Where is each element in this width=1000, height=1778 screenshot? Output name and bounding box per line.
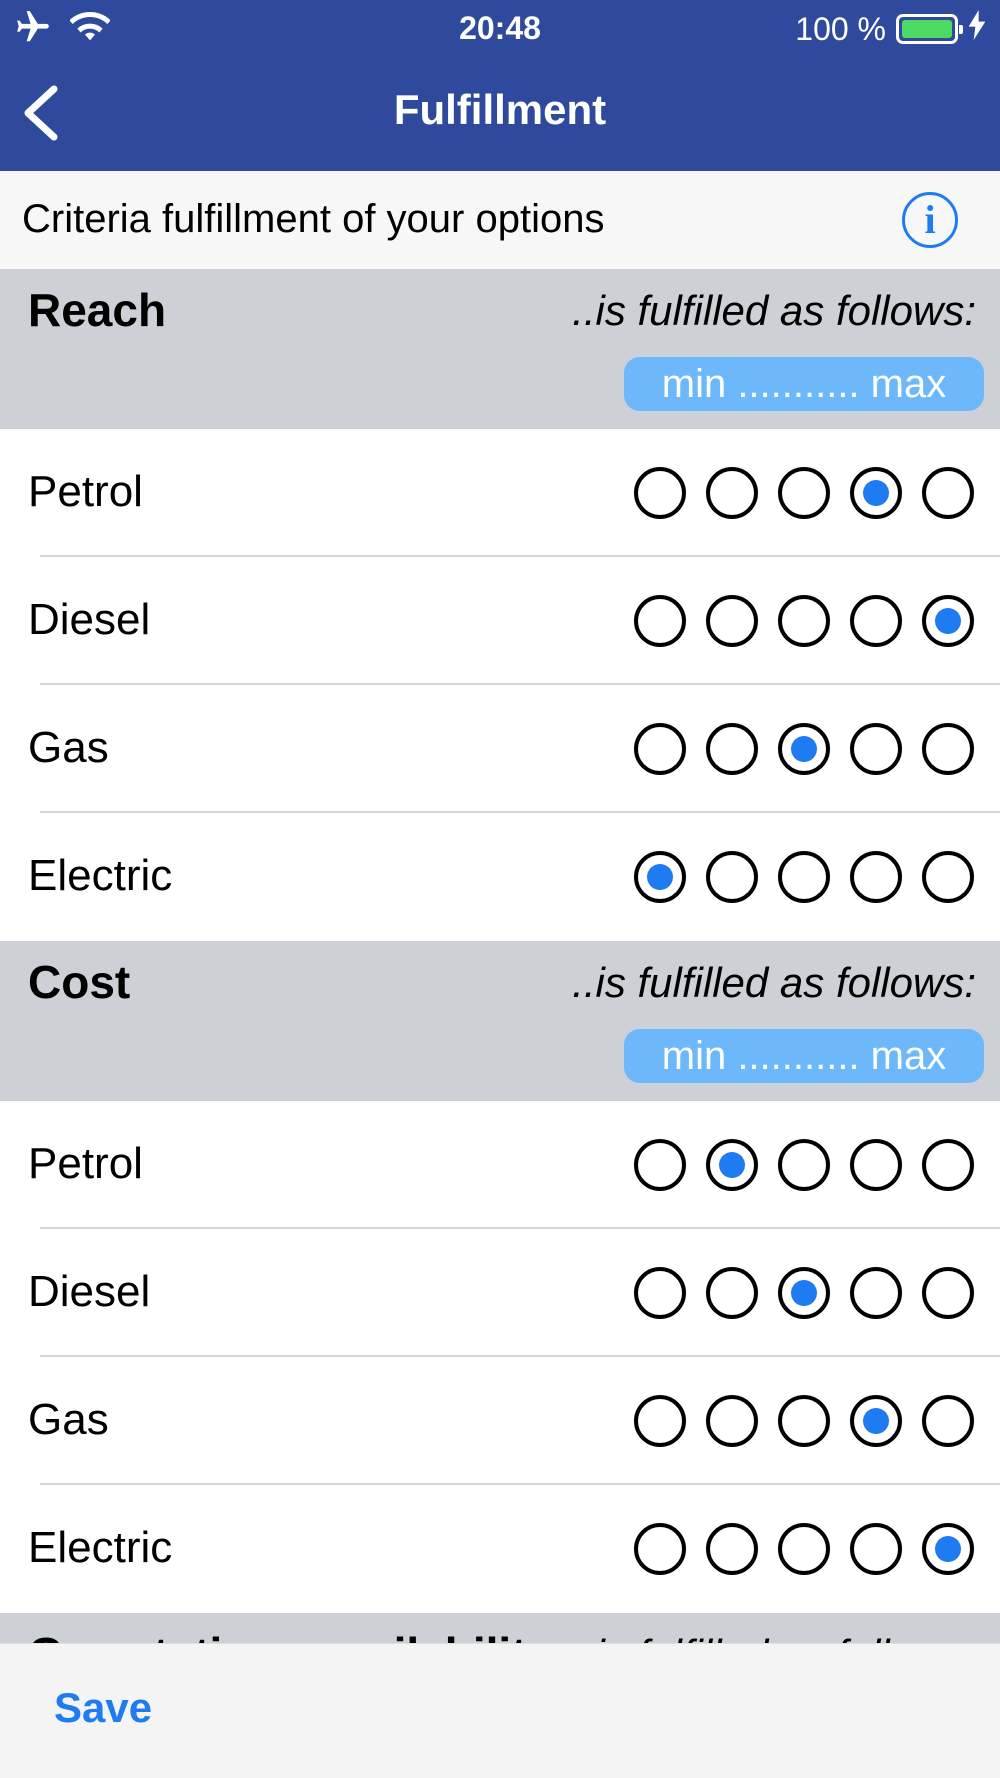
rating-radio-4[interactable] [850, 595, 902, 647]
rating-radio-2[interactable] [706, 723, 758, 775]
save-button[interactable]: Save [54, 1684, 152, 1732]
rating-radio-1[interactable] [634, 1139, 686, 1191]
battery-percent: 100 % [795, 10, 886, 47]
scale-legend: min ........... max [624, 1029, 984, 1083]
rating-radio-4[interactable] [850, 467, 902, 519]
info-button[interactable]: i [902, 192, 958, 248]
rating-radio-4[interactable] [850, 1139, 902, 1191]
rating-radio-5[interactable] [922, 595, 974, 647]
rating-radio-5[interactable] [922, 851, 974, 903]
info-row: Criteria fulfillment of your options i [0, 171, 1000, 269]
bottom-toolbar: Save [0, 1643, 1000, 1778]
charging-icon [968, 10, 986, 48]
rating-radio-2[interactable] [706, 851, 758, 903]
rating-radio-5[interactable] [922, 1139, 974, 1191]
rating-radio-5[interactable] [922, 1523, 974, 1575]
rating-radio-4[interactable] [850, 851, 902, 903]
rating-radio-group [634, 1523, 974, 1575]
battery-icon [896, 14, 963, 44]
rating-radio-5[interactable] [922, 723, 974, 775]
rating-radio-3[interactable] [778, 1395, 830, 1447]
option-row: Diesel [0, 1229, 1000, 1357]
option-row: Gas [0, 685, 1000, 813]
rating-radio-1[interactable] [634, 851, 686, 903]
section-header: Gas stations availability ..is fulfilled … [0, 1613, 1000, 1643]
rating-radio-1[interactable] [634, 1267, 686, 1319]
option-row: Electric [0, 813, 1000, 941]
rating-radio-group [634, 595, 974, 647]
fulfill-caption: ..is fulfilled as follows: [572, 287, 976, 334]
rating-radio-2[interactable] [706, 467, 758, 519]
rating-radio-1[interactable] [634, 595, 686, 647]
page-title: Fulfillment [393, 86, 607, 133]
rating-radio-3[interactable] [778, 467, 830, 519]
option-label: Electric [28, 851, 173, 900]
option-row: Petrol [0, 1101, 1000, 1229]
rating-radio-3[interactable] [778, 851, 830, 903]
option-row: Petrol [0, 429, 1000, 557]
rating-radio-2[interactable] [706, 1267, 758, 1319]
option-label: Petrol [28, 467, 143, 516]
rating-radio-4[interactable] [850, 1395, 902, 1447]
rating-radio-group [634, 1395, 974, 1447]
criterion-title: Cost [28, 956, 131, 1008]
rating-radio-1[interactable] [634, 1523, 686, 1575]
rating-radio-5[interactable] [922, 1267, 974, 1319]
criterion-title: Gas stations availability [28, 1627, 552, 1643]
rating-radio-2[interactable] [706, 1523, 758, 1575]
rating-radio-3[interactable] [778, 723, 830, 775]
info-text: Criteria fulfillment of your options [22, 197, 605, 241]
criteria-list[interactable]: Reach ..is fulfilled as follows: min .....… [0, 269, 1000, 1643]
fulfill-caption: ..is fulfilled as follows: [572, 1631, 976, 1643]
rating-radio-1[interactable] [634, 467, 686, 519]
status-right: 100 % [795, 10, 986, 48]
fulfill-caption: ..is fulfilled as follows: [572, 959, 976, 1006]
option-label: Electric [28, 1523, 173, 1572]
section-header: Cost ..is fulfilled as follows: min ......… [0, 941, 1000, 1101]
rating-radio-3[interactable] [778, 1523, 830, 1575]
nav-bar: Fulfillment [0, 56, 1000, 171]
rating-radio-5[interactable] [922, 1395, 974, 1447]
rating-radio-group [634, 723, 974, 775]
option-row: Electric [0, 1485, 1000, 1613]
rating-radio-group [634, 1139, 974, 1191]
rating-radio-4[interactable] [850, 1523, 902, 1575]
rating-radio-2[interactable] [706, 1395, 758, 1447]
option-label: Diesel [28, 595, 151, 644]
rating-radio-3[interactable] [778, 595, 830, 647]
rating-radio-4[interactable] [850, 723, 902, 775]
rating-radio-group [634, 851, 974, 903]
rating-radio-3[interactable] [778, 1267, 830, 1319]
rating-radio-4[interactable] [850, 1267, 902, 1319]
rating-radio-2[interactable] [706, 1139, 758, 1191]
rating-radio-5[interactable] [922, 467, 974, 519]
rating-radio-1[interactable] [634, 1395, 686, 1447]
rating-radio-3[interactable] [778, 1139, 830, 1191]
battery-fill [902, 20, 952, 38]
option-row: Gas [0, 1357, 1000, 1485]
rating-radio-1[interactable] [634, 723, 686, 775]
option-label: Diesel [28, 1267, 151, 1316]
rating-radio-2[interactable] [706, 595, 758, 647]
rating-radio-group [634, 467, 974, 519]
option-label: Petrol [28, 1139, 143, 1188]
option-label: Gas [28, 1395, 109, 1444]
section-header: Reach ..is fulfilled as follows: min .....… [0, 269, 1000, 429]
option-row: Diesel [0, 557, 1000, 685]
option-label: Gas [28, 723, 109, 772]
status-bar: 20:48 100 % [0, 0, 1000, 56]
scale-legend: min ........... max [624, 357, 984, 411]
criterion-title: Reach [28, 284, 167, 336]
rating-radio-group [634, 1267, 974, 1319]
